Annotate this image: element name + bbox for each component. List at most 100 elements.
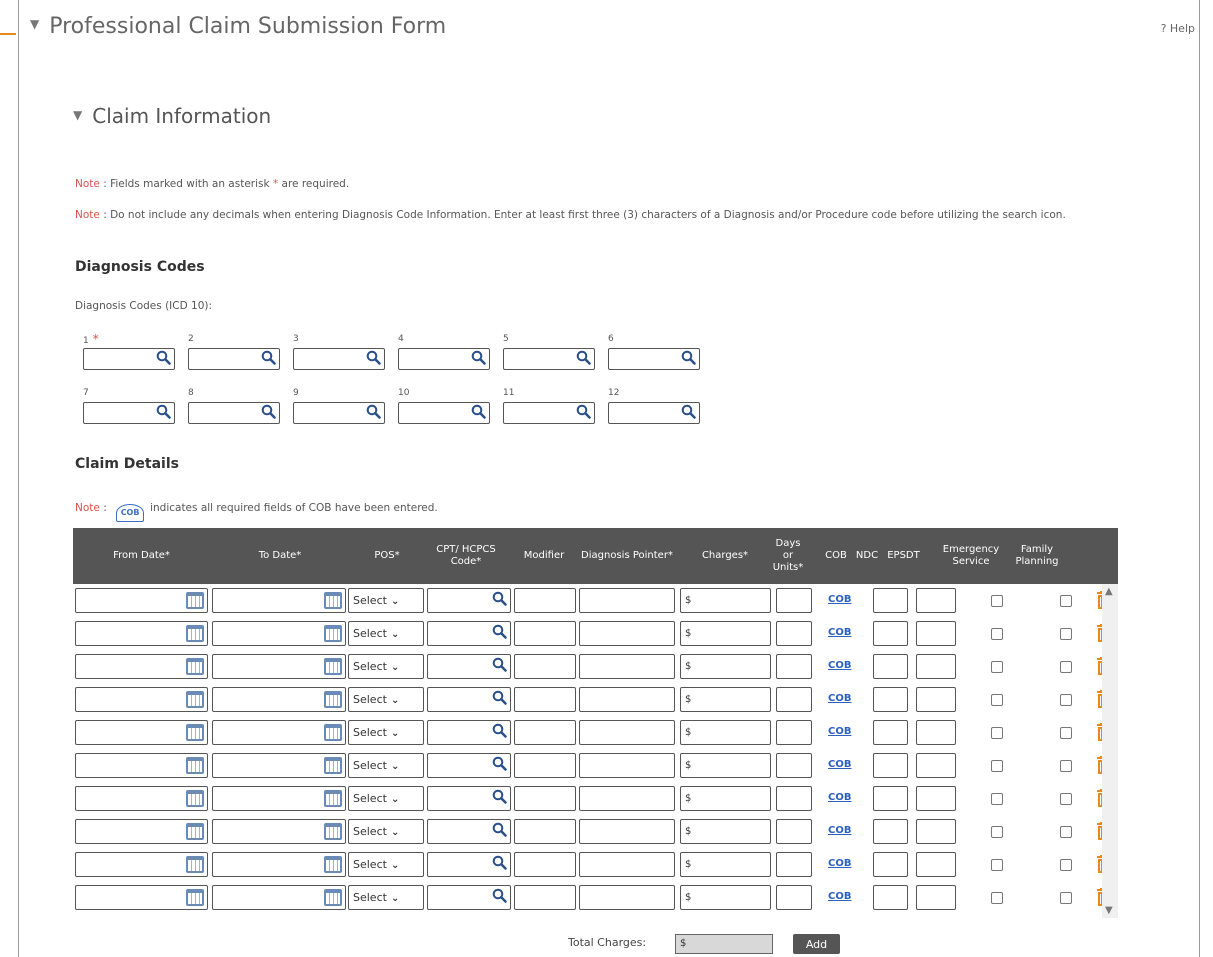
charges-input[interactable]: $	[680, 852, 771, 877]
ndc-input[interactable]	[873, 753, 908, 778]
search-icon[interactable]	[492, 723, 507, 742]
search-icon[interactable]	[492, 756, 507, 775]
days-units-input[interactable]	[776, 687, 812, 712]
emergency-service-checkbox[interactable]	[991, 760, 1003, 772]
days-units-input[interactable]	[776, 819, 812, 844]
diagnosis-code-input[interactable]	[608, 402, 700, 424]
emergency-service-checkbox[interactable]	[991, 694, 1003, 706]
diagnosis-pointer-input[interactable]	[579, 720, 675, 745]
diagnosis-pointer-input[interactable]	[579, 621, 675, 646]
cob-link[interactable]: COB	[828, 825, 851, 836]
from-date-input[interactable]	[75, 687, 208, 712]
epsdt-input[interactable]	[916, 720, 956, 745]
scroll-down-icon[interactable]: ▼	[1105, 905, 1113, 916]
search-icon[interactable]	[261, 404, 276, 423]
search-icon[interactable]	[366, 350, 381, 369]
calendar-icon[interactable]	[324, 691, 342, 708]
form-title[interactable]: ▼ Professional Claim Submission Form	[30, 14, 446, 39]
days-units-input[interactable]	[776, 885, 812, 910]
help-link[interactable]: ? Help	[1161, 22, 1195, 35]
cpt-code-input[interactable]	[427, 819, 511, 844]
ndc-input[interactable]	[873, 588, 908, 613]
charges-input[interactable]: $	[680, 786, 771, 811]
pos-select[interactable]: Select ⌄	[348, 753, 424, 778]
to-date-input[interactable]	[212, 819, 346, 844]
diagnosis-code-input[interactable]	[83, 348, 175, 370]
ndc-input[interactable]	[873, 885, 908, 910]
from-date-input[interactable]	[75, 621, 208, 646]
diagnosis-pointer-input[interactable]	[579, 885, 675, 910]
charges-input[interactable]: $	[680, 753, 771, 778]
pos-select[interactable]: Select ⌄	[348, 654, 424, 679]
search-icon[interactable]	[492, 822, 507, 841]
modifier-input[interactable]	[514, 720, 576, 745]
pos-select[interactable]: Select ⌄	[348, 621, 424, 646]
calendar-icon[interactable]	[324, 658, 342, 675]
days-units-input[interactable]	[776, 852, 812, 877]
emergency-service-checkbox[interactable]	[991, 892, 1003, 904]
pos-select[interactable]: Select ⌄	[348, 819, 424, 844]
to-date-input[interactable]	[212, 654, 346, 679]
cob-link[interactable]: COB	[828, 759, 851, 770]
modifier-input[interactable]	[514, 819, 576, 844]
search-icon[interactable]	[492, 624, 507, 643]
ndc-input[interactable]	[873, 720, 908, 745]
family-planning-checkbox[interactable]	[1060, 892, 1072, 904]
ndc-input[interactable]	[873, 621, 908, 646]
cpt-code-input[interactable]	[427, 654, 511, 679]
calendar-icon[interactable]	[186, 889, 204, 906]
charges-input[interactable]: $	[680, 885, 771, 910]
cpt-code-input[interactable]	[427, 786, 511, 811]
pos-select[interactable]: Select ⌄	[348, 852, 424, 877]
search-icon[interactable]	[156, 404, 171, 423]
from-date-input[interactable]	[75, 654, 208, 679]
days-units-input[interactable]	[776, 720, 812, 745]
search-icon[interactable]	[261, 350, 276, 369]
from-date-input[interactable]	[75, 786, 208, 811]
search-icon[interactable]	[492, 591, 507, 610]
search-icon[interactable]	[681, 350, 696, 369]
to-date-input[interactable]	[212, 621, 346, 646]
charges-input[interactable]: $	[680, 654, 771, 679]
cob-link[interactable]: COB	[828, 660, 851, 671]
diagnosis-code-input[interactable]	[398, 348, 490, 370]
to-date-input[interactable]	[212, 852, 346, 877]
modifier-input[interactable]	[514, 852, 576, 877]
search-icon[interactable]	[366, 404, 381, 423]
search-icon[interactable]	[471, 350, 486, 369]
family-planning-checkbox[interactable]	[1060, 661, 1072, 673]
family-planning-checkbox[interactable]	[1060, 727, 1072, 739]
diagnosis-code-input[interactable]	[503, 402, 595, 424]
pos-select[interactable]: Select ⌄	[348, 786, 424, 811]
modifier-input[interactable]	[514, 588, 576, 613]
from-date-input[interactable]	[75, 753, 208, 778]
days-units-input[interactable]	[776, 753, 812, 778]
diagnosis-code-input[interactable]	[293, 348, 385, 370]
diagnosis-pointer-input[interactable]	[579, 786, 675, 811]
calendar-icon[interactable]	[324, 625, 342, 642]
emergency-service-checkbox[interactable]	[991, 859, 1003, 871]
search-icon[interactable]	[681, 404, 696, 423]
emergency-service-checkbox[interactable]	[991, 628, 1003, 640]
ndc-input[interactable]	[873, 654, 908, 679]
add-row-button[interactable]: Add	[793, 934, 840, 954]
cpt-code-input[interactable]	[427, 753, 511, 778]
diagnosis-code-input[interactable]	[188, 348, 280, 370]
family-planning-checkbox[interactable]	[1060, 760, 1072, 772]
epsdt-input[interactable]	[916, 819, 956, 844]
search-icon[interactable]	[492, 888, 507, 907]
family-planning-checkbox[interactable]	[1060, 859, 1072, 871]
cob-link[interactable]: COB	[828, 594, 851, 605]
modifier-input[interactable]	[514, 885, 576, 910]
search-icon[interactable]	[576, 350, 591, 369]
charges-input[interactable]: $	[680, 819, 771, 844]
cob-link[interactable]: COB	[828, 858, 851, 869]
diagnosis-pointer-input[interactable]	[579, 753, 675, 778]
epsdt-input[interactable]	[916, 687, 956, 712]
search-icon[interactable]	[492, 789, 507, 808]
ndc-input[interactable]	[873, 819, 908, 844]
emergency-service-checkbox[interactable]	[991, 826, 1003, 838]
search-icon[interactable]	[492, 690, 507, 709]
epsdt-input[interactable]	[916, 852, 956, 877]
calendar-icon[interactable]	[324, 856, 342, 873]
